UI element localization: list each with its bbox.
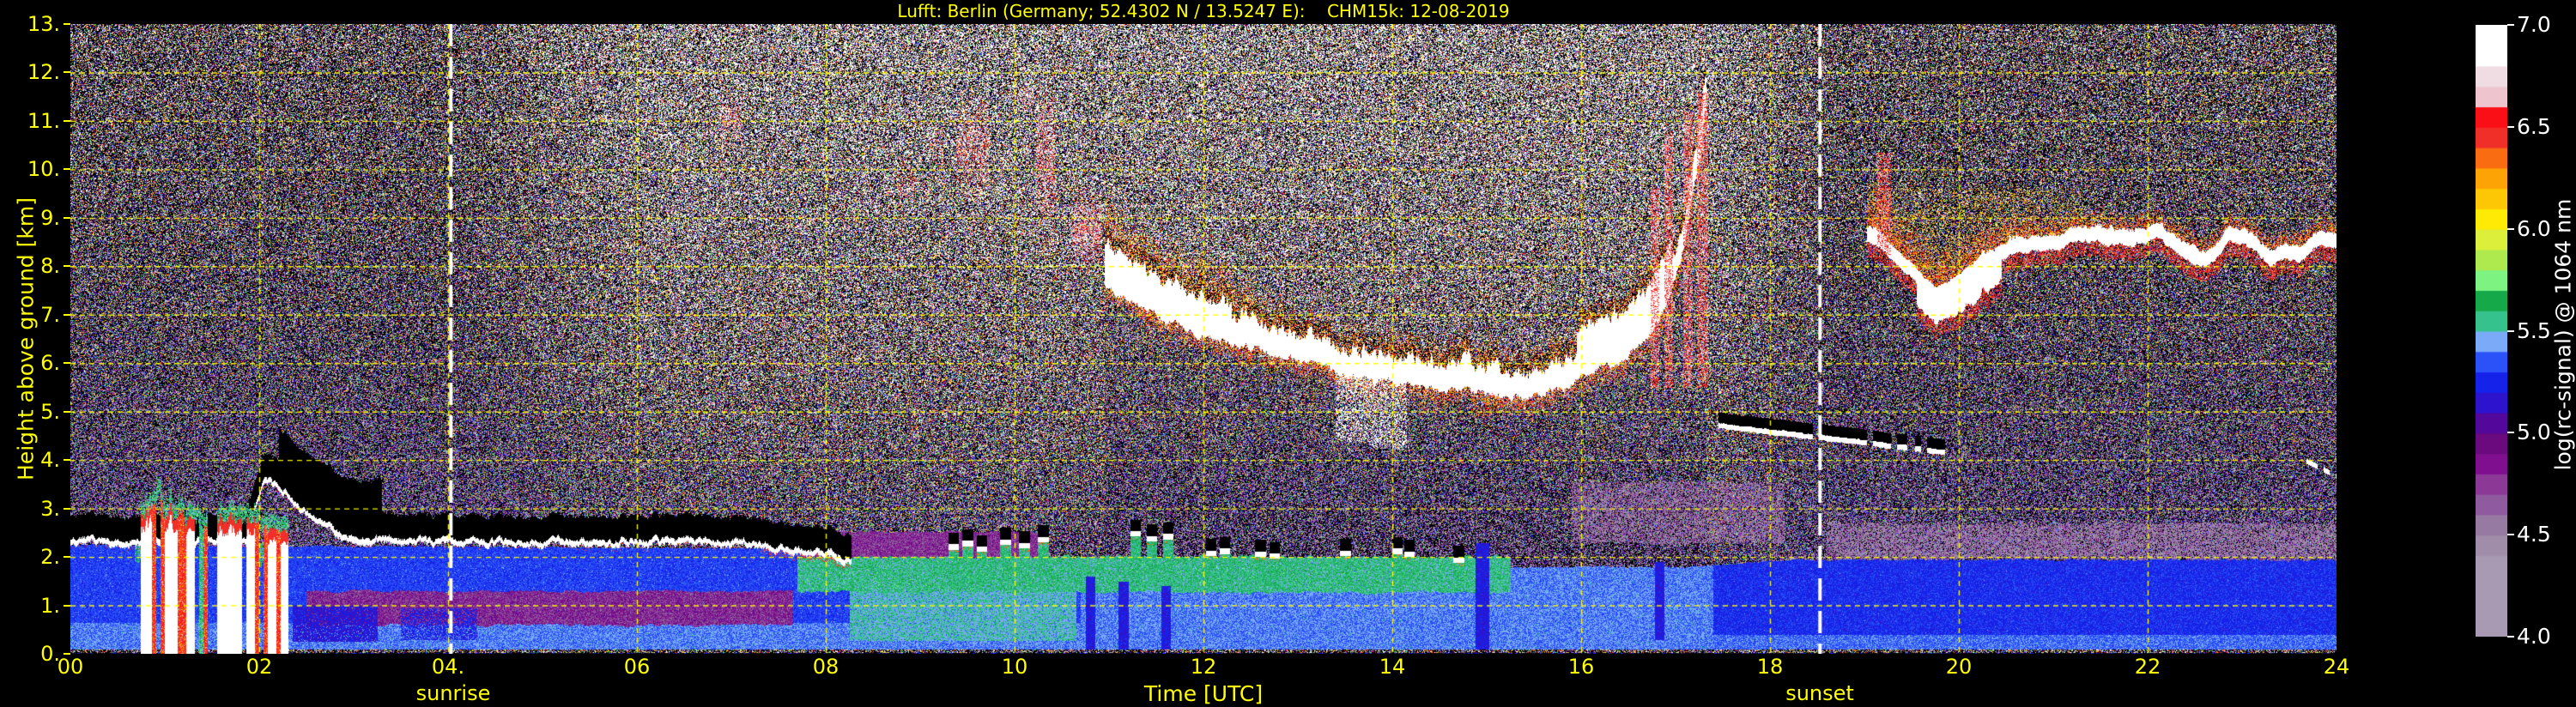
y-tick-label: 12. [27, 60, 60, 85]
colorbar-title: log(rc-signal) @ 1064 nm [2550, 198, 2576, 471]
x-tick-label: 02 [245, 655, 273, 679]
y-tick-mark [64, 119, 70, 122]
y-tick-mark [64, 507, 70, 510]
y-tick-mark [64, 556, 70, 559]
x-tick-label: 24 [2323, 655, 2350, 679]
colorbar-tick-mark [2507, 636, 2514, 638]
y-tick-mark [64, 410, 70, 413]
y-tick-mark [64, 216, 70, 219]
y-tick-label: 10. [27, 157, 60, 182]
x-axis-title: Time [UTC] [1143, 681, 1264, 706]
x-tick-label: 14 [1379, 655, 1406, 679]
colorbar-tick-mark [2507, 24, 2514, 26]
colorbar-tick-label: 4.0 [2517, 624, 2551, 649]
colorbar-tick-mark [2507, 227, 2514, 230]
sunset-label: sunset [1785, 681, 1854, 705]
x-tick-label: 18 [1756, 655, 1784, 679]
y-tick-label: 4. [40, 448, 60, 473]
heatmap-canvas [70, 24, 2337, 654]
sunrise-label: sunrise [415, 681, 491, 705]
y-tick-mark [64, 604, 70, 607]
y-tick-label: 1. [40, 593, 60, 618]
y-tick-mark [64, 362, 70, 365]
y-tick-label: 5. [40, 399, 60, 424]
y-tick-label: 3. [40, 496, 60, 521]
x-tick-label: 08 [812, 655, 839, 679]
y-tick-mark [64, 459, 70, 462]
colorbar-tick-mark [2507, 329, 2514, 332]
page-title: Lufft: Berlin (Germany; 52.4302 N / 13.5… [897, 1, 1510, 21]
colorbar-tick-label: 6.5 [2517, 113, 2551, 139]
x-tick-label: 04. [431, 655, 465, 679]
y-tick-label: 6. [40, 351, 60, 376]
x-tick-label: 12 [1190, 655, 1217, 679]
y-tick-label: 11. [27, 108, 60, 133]
y-tick-label: 2. [40, 545, 60, 570]
colorbar-tick-mark [2507, 432, 2514, 434]
x-tick-label: 16 [1567, 655, 1595, 679]
x-tick-label: 06 [623, 655, 651, 679]
colorbar-tick-label: 4.5 [2517, 522, 2551, 547]
y-axis-title: Height above ground [km] [13, 197, 39, 480]
y-tick-mark [64, 313, 70, 316]
y-tick-label: 8. [40, 254, 60, 279]
colorbar [2476, 25, 2507, 637]
colorbar-tick-mark [2507, 125, 2514, 128]
y-tick-mark [64, 71, 70, 74]
y-tick-mark [64, 265, 70, 268]
x-tick-label: 00 [57, 655, 84, 679]
ceilometer-quicklook-figure: Lufft: Berlin (Germany; 52.4302 N / 13.5… [0, 0, 2576, 707]
y-tick-label: 9. [40, 205, 60, 230]
y-tick-mark [64, 168, 70, 171]
x-tick-label: 22 [2134, 655, 2161, 679]
y-tick-mark [64, 23, 70, 25]
y-tick-label: 7. [40, 302, 60, 327]
x-tick-label: 20 [1945, 655, 1973, 679]
colorbar-tick-label: 7.0 [2517, 12, 2551, 37]
x-tick-label: 10 [1001, 655, 1028, 679]
colorbar-tick-mark [2507, 534, 2514, 536]
y-tick-label: 13. [27, 12, 60, 36]
